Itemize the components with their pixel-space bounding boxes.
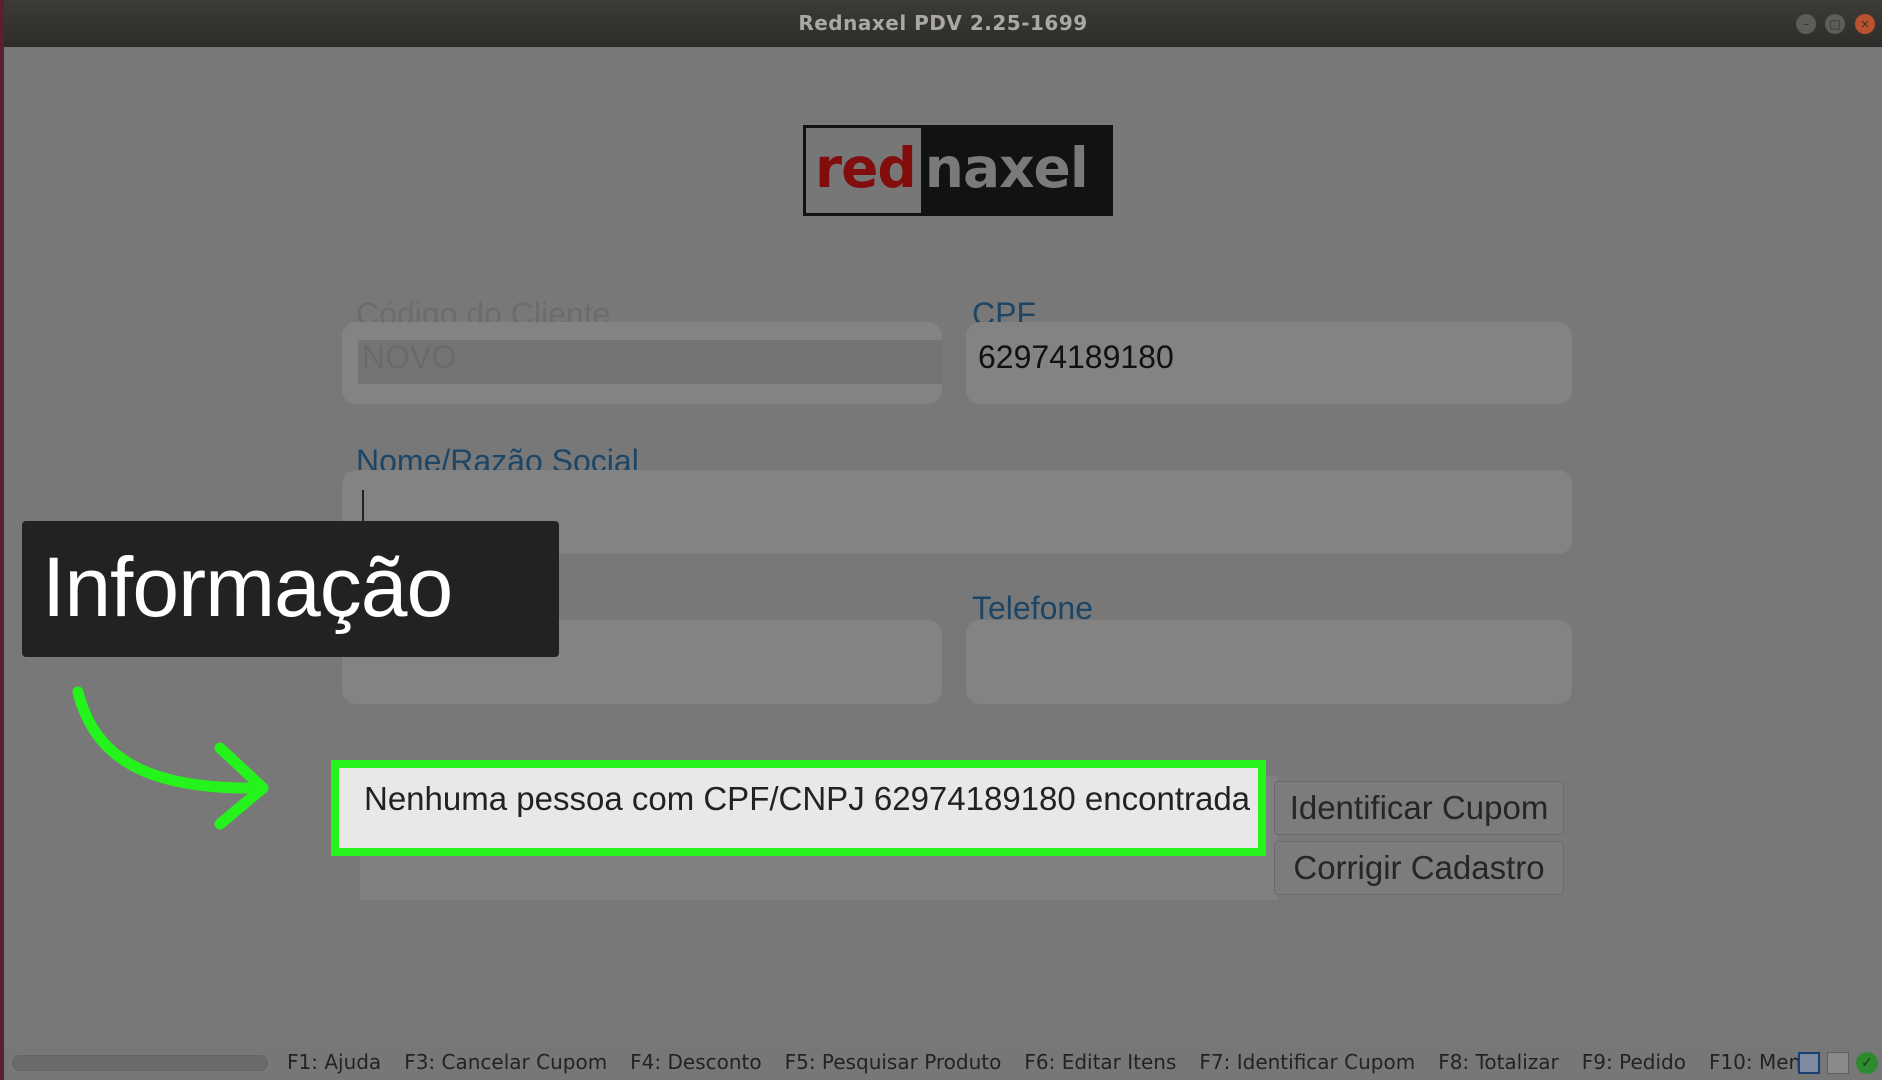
shortcut-item[interactable]: F7: Identificar Cupom [1199,1050,1415,1074]
message-highlight: Nenhuma pessoa com CPF/CNPJ 62974189180 … [331,760,1266,856]
codigo-cliente-value: NOVO [362,339,457,375]
telefone-field[interactable] [966,620,1572,704]
not-found-message: Nenhuma pessoa com CPF/CNPJ 62974189180 … [364,780,1251,817]
minimize-button[interactable]: – [1796,14,1816,34]
maximize-button[interactable]: □ [1825,14,1845,34]
text-caret [362,490,364,524]
close-button[interactable]: × [1855,14,1875,34]
shortcut-item[interactable]: F1: Ajuda [287,1050,381,1074]
window-icon[interactable] [1798,1052,1820,1074]
shortcut-item[interactable]: F9: Pedido [1582,1050,1686,1074]
status-bar: F1: Ajuda F3: Cancelar Cupom F4: Descont… [4,1046,1882,1080]
shortcut-item[interactable]: F4: Desconto [630,1050,761,1074]
rednaxel-logo: red naxel [803,125,1113,216]
shortcut-item[interactable]: F5: Pesquisar Produto [785,1050,1002,1074]
codigo-cliente-field: NOVO [342,322,942,404]
annotation-label: Informação [42,540,453,634]
logo-red-part: red [806,128,921,213]
corrigir-cadastro-button[interactable]: Corrigir Cadastro [1274,841,1564,895]
status-ok-icon: ✓ [1856,1052,1878,1074]
shortcut-list: F1: Ajuda F3: Cancelar Cupom F4: Descont… [287,1050,1814,1074]
identificar-cupom-button[interactable]: Identificar Cupom [1274,781,1564,835]
annotation-label-box: Informação [22,521,559,657]
shortcut-item[interactable]: F3: Cancelar Cupom [404,1050,607,1074]
logo-naxel-part: naxel [924,135,1089,200]
annotation-arrow-icon [72,686,269,830]
shortcut-item[interactable]: F6: Editar Itens [1024,1050,1176,1074]
window-title: Rednaxel PDV 2.25-1699 [798,11,1088,35]
document-icon[interactable] [1827,1052,1849,1074]
progress-bar [12,1055,268,1071]
shortcut-item[interactable]: F8: Totalizar [1438,1050,1559,1074]
title-bar: Rednaxel PDV 2.25-1699 – □ × [4,0,1882,47]
cpf-field[interactable]: 62974189180 [966,322,1572,404]
cpf-value: 62974189180 [978,339,1174,375]
